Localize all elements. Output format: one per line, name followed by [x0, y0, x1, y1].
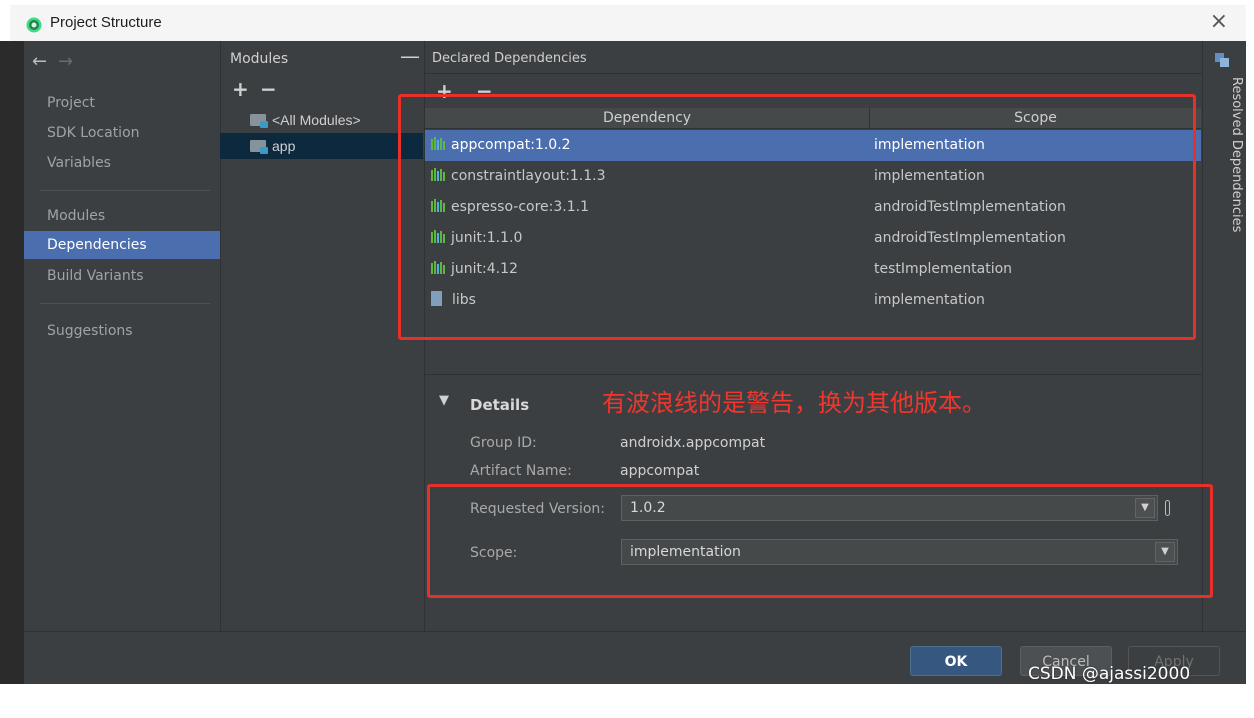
collapse-arrow-icon[interactable]: ▼ [439, 393, 449, 408]
table-row[interactable]: constraintlayout:1.1.3 implementation [425, 161, 1201, 192]
nav-item-dependencies[interactable]: Dependencies [24, 231, 220, 259]
group-id-label: Group ID: [470, 435, 537, 451]
module-label: app [272, 138, 296, 154]
ok-button[interactable]: OK [910, 646, 1002, 676]
dependency-name: junit:1.1.0 [451, 230, 523, 246]
dependency-name: junit:4.12 [451, 261, 518, 277]
add-module-button[interactable]: + [232, 77, 249, 101]
declared-dependencies-panel: Declared Dependencies + − Dependency Sco… [424, 41, 1202, 631]
module-folder-icon [250, 140, 268, 154]
dependency-name: libs [452, 292, 476, 308]
requested-version-label: Requested Version: [470, 501, 606, 517]
scope-cell: implementation [874, 292, 985, 308]
version-dropdown-button[interactable]: ▼ [1135, 498, 1155, 518]
nav-item-variables[interactable]: Variables [24, 149, 220, 177]
dependency-cell: espresso-core:3.1.1 [431, 192, 589, 223]
scope-cell: implementation [874, 137, 985, 153]
more-options-icon[interactable] [1165, 500, 1170, 516]
table-row[interactable]: libs implementation [425, 285, 1201, 316]
nav-item-build-variants[interactable]: Build Variants [24, 262, 220, 290]
table-row[interactable]: junit:1.1.0 androidTestImplementation [425, 223, 1201, 254]
requested-version-field[interactable]: 1.0.2 ▼ [621, 495, 1158, 521]
artifact-name-label: Artifact Name: [470, 463, 572, 479]
android-studio-icon [26, 17, 42, 33]
add-dependency-button[interactable]: + [436, 79, 453, 103]
title-bar: Project Structure × [10, 5, 1246, 42]
dependency-cell: libs [431, 285, 476, 316]
scope-dropdown-button[interactable]: ▼ [1155, 542, 1175, 562]
settings-nav: ← → Project SDK Location Variables Modul… [24, 41, 221, 631]
nav-item-modules[interactable]: Modules [24, 202, 220, 230]
dependency-name: espresso-core:3.1.1 [451, 199, 589, 215]
modules-header: Modules [230, 51, 289, 67]
resolved-dependencies-icon [1215, 53, 1229, 67]
window-title: Project Structure [50, 14, 162, 31]
details-heading: Details [470, 396, 530, 414]
ide-background [0, 41, 24, 684]
dependency-cell: junit:4.12 [431, 254, 518, 285]
group-id-value: androidx.appcompat [620, 435, 766, 451]
scope-label: Scope: [470, 545, 518, 561]
details-divider [424, 374, 1202, 375]
scope-cell: androidTestImplementation [874, 199, 1066, 215]
scope-cell: testImplementation [874, 261, 1013, 277]
dependency-cell: junit:1.1.0 [431, 223, 522, 254]
table-row[interactable]: appcompat:1.0.2 implementation [425, 130, 1201, 161]
resolved-dependencies-toolwindow: Resolved Dependencies [1202, 41, 1247, 631]
scope-cell: androidTestImplementation [874, 230, 1066, 246]
module-group-icon [250, 114, 268, 128]
module-all[interactable]: <All Modules> [220, 107, 423, 133]
dependency-cell: constraintlayout:1.1.3 [431, 161, 606, 192]
column-header-dependency[interactable]: Dependency [425, 108, 870, 129]
close-icon[interactable]: × [1210, 9, 1228, 34]
table-row[interactable]: junit:4.12 testImplementation [425, 254, 1201, 285]
dependencies-header: Declared Dependencies [432, 51, 587, 66]
warning-annotation: 有波浪线的是警告，换为其他版本。 [602, 389, 986, 417]
cancel-button[interactable]: Cancel [1020, 646, 1112, 676]
nav-separator [40, 303, 210, 304]
requested-version-value: 1.0.2 [630, 500, 666, 516]
dependency-name: constraintlayout:1.1.3 [451, 168, 606, 184]
scope-cell: implementation [874, 168, 985, 184]
remove-dependency-button[interactable]: − [476, 79, 493, 103]
library-icon [431, 168, 445, 181]
scope-value: implementation [630, 544, 741, 560]
module-label: <All Modules> [272, 112, 361, 128]
remove-module-button[interactable]: − [260, 77, 277, 101]
table-row[interactable]: espresso-core:3.1.1 androidTestImplement… [425, 192, 1201, 223]
dependency-name: appcompat:1.0.2 [451, 137, 571, 153]
nav-separator [40, 190, 210, 191]
collapse-panel-button[interactable]: — [400, 44, 420, 68]
project-structure-dialog: ← → Project SDK Location Variables Modul… [24, 41, 1246, 684]
modules-panel: Modules — + − <All Modules> app [220, 41, 425, 631]
nav-item-suggestions[interactable]: Suggestions [24, 317, 220, 345]
apply-button[interactable]: Apply [1128, 646, 1220, 676]
scope-select[interactable]: implementation ▼ [621, 539, 1178, 565]
forward-arrow-icon[interactable]: → [58, 51, 73, 72]
nav-item-sdk-location[interactable]: SDK Location [24, 119, 220, 147]
library-icon [431, 261, 445, 274]
module-app[interactable]: app [220, 133, 423, 159]
library-icon [431, 137, 445, 150]
back-arrow-icon[interactable]: ← [32, 51, 47, 72]
dialog-footer: OK Cancel Apply [24, 631, 1246, 685]
dependency-cell: appcompat:1.0.2 [431, 130, 571, 161]
artifact-name-value: appcompat [620, 463, 700, 479]
library-icon [431, 199, 445, 212]
library-icon [431, 230, 445, 243]
column-header-scope[interactable]: Scope [870, 108, 1201, 129]
nav-item-project[interactable]: Project [24, 89, 220, 117]
jar-file-icon [431, 291, 442, 306]
resolved-dependencies-tab[interactable]: Resolved Dependencies [1229, 77, 1244, 232]
header-divider [424, 73, 1202, 74]
